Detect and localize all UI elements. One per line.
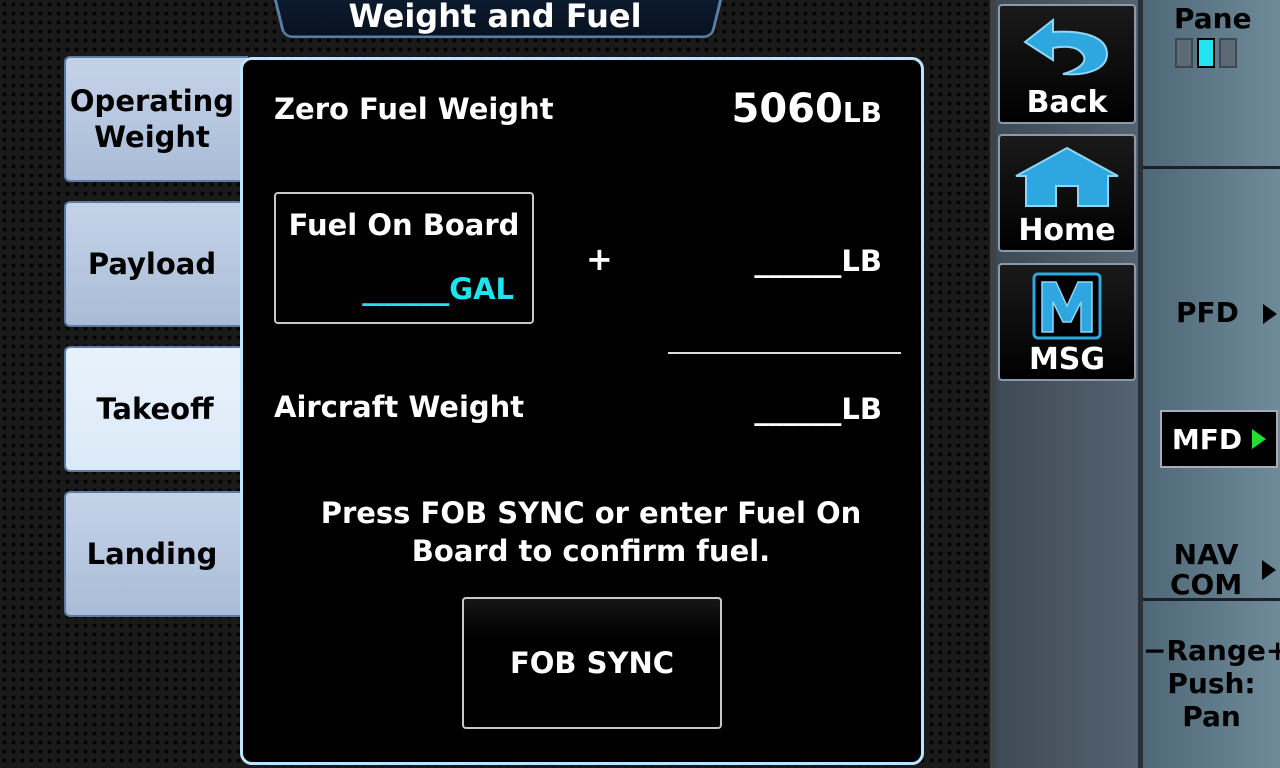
aircraft-weight-readout: ______LB bbox=[754, 392, 882, 426]
softkey-divider bbox=[1143, 166, 1280, 169]
msg-label: MSG bbox=[1000, 342, 1134, 377]
aircraft-weight-value: ______ bbox=[754, 392, 841, 426]
fob-sync-button[interactable]: FOB SYNC bbox=[462, 597, 722, 729]
tab-landing-label: Landing bbox=[87, 536, 218, 572]
weight-and-fuel-screen: Weight and Fuel Operating Weight Payload… bbox=[0, 0, 1280, 768]
pane-indicator-right bbox=[1219, 38, 1237, 68]
mfd-label: MFD bbox=[1172, 423, 1242, 456]
pfd-softkey[interactable]: PFD bbox=[1176, 296, 1277, 329]
home-label: Home bbox=[1000, 213, 1134, 248]
tab-takeoff[interactable]: Takeoff bbox=[64, 346, 254, 472]
fuel-weight-value: ______ bbox=[754, 244, 841, 278]
zero-fuel-weight-value: 5060 bbox=[731, 86, 842, 132]
push-label: Push: bbox=[1167, 667, 1255, 700]
play-arrow-icon bbox=[1262, 560, 1276, 580]
message-m-icon bbox=[1000, 271, 1134, 341]
tab-landing[interactable]: Landing bbox=[64, 491, 248, 617]
aircraft-weight-unit: LB bbox=[841, 392, 882, 426]
tab-payload[interactable]: Payload bbox=[64, 201, 248, 327]
back-button[interactable]: Back bbox=[998, 4, 1136, 124]
pan-label: Pan bbox=[1182, 700, 1241, 733]
zero-fuel-weight-unit: LB bbox=[843, 96, 882, 129]
fuel-on-board-label: Fuel On Board bbox=[276, 208, 532, 242]
page-title: Weight and Fuel bbox=[272, 0, 718, 36]
pane-label[interactable]: Pane bbox=[1174, 2, 1252, 35]
fuel-on-board-readout: ______GAL bbox=[362, 272, 514, 306]
nav-com-softkey[interactable]: NAV COM bbox=[1170, 540, 1276, 600]
msg-button[interactable]: MSG bbox=[998, 263, 1136, 381]
zero-fuel-weight-readout: 5060LB bbox=[731, 86, 882, 132]
pfd-label: PFD bbox=[1176, 296, 1239, 329]
tab-operating-weight[interactable]: Operating Weight bbox=[64, 56, 248, 182]
aircraft-weight-label: Aircraft Weight bbox=[274, 390, 524, 424]
fuel-on-board-button[interactable]: Fuel On Board ______GAL bbox=[274, 192, 534, 324]
home-icon bbox=[1000, 142, 1134, 212]
pane-indicator-center bbox=[1197, 38, 1215, 68]
play-arrow-icon bbox=[1252, 429, 1266, 449]
fuel-on-board-unit: GAL bbox=[449, 272, 514, 306]
mfd-softkey[interactable]: MFD bbox=[1160, 410, 1278, 468]
plus-sign: + bbox=[586, 240, 613, 278]
back-arrow-icon bbox=[1000, 12, 1134, 82]
pane-indicator bbox=[1175, 38, 1237, 68]
fuel-weight-unit: LB bbox=[841, 244, 882, 278]
fob-sync-label: FOB SYNC bbox=[510, 646, 674, 680]
sum-divider-line bbox=[668, 352, 901, 354]
fuel-on-board-value: ______ bbox=[362, 272, 449, 306]
back-label: Back bbox=[1000, 85, 1134, 120]
nav-label: NAV bbox=[1174, 538, 1239, 571]
tab-takeoff-label: Takeoff bbox=[96, 391, 213, 427]
com-label: COM bbox=[1170, 568, 1242, 601]
zero-fuel-weight-label: Zero Fuel Weight bbox=[274, 92, 554, 126]
range-label: −Range+ bbox=[1143, 634, 1280, 667]
fuel-weight-readout: ______LB bbox=[754, 244, 882, 278]
range-pan-knob[interactable]: −Range+ Push: Pan bbox=[1143, 634, 1280, 733]
pane-indicator-left bbox=[1175, 38, 1193, 68]
home-button[interactable]: Home bbox=[998, 134, 1136, 252]
tab-operating-weight-label: Operating Weight bbox=[66, 83, 238, 155]
play-arrow-icon bbox=[1263, 304, 1277, 324]
fob-instruction-text: Press FOB SYNC or enter Fuel On Board to… bbox=[300, 494, 882, 570]
tab-payload-label: Payload bbox=[88, 246, 216, 282]
